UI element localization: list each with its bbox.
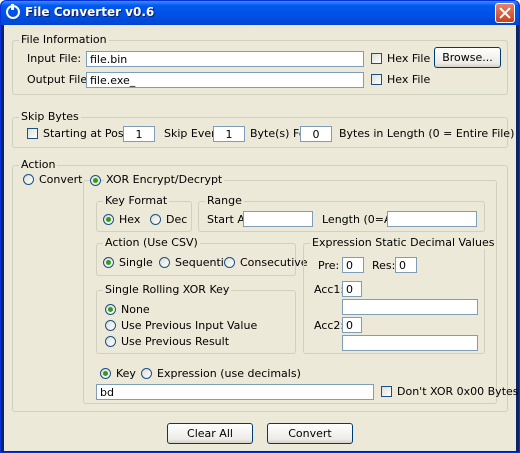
convert-radio[interactable] <box>23 174 34 185</box>
key-format-dec-label: Dec <box>166 213 188 226</box>
key-field[interactable] <box>96 384 374 400</box>
input-hex-file-label: Hex File <box>387 52 431 65</box>
client-area: File Information Input File: Hex File Br… <box>4 25 519 451</box>
rolling-prev-input-radio[interactable] <box>105 320 116 331</box>
skip-bytes-group: Skip Bytes Starting at Position Skip Eve… <box>12 111 514 148</box>
consecutive-radio[interactable] <box>224 257 235 268</box>
single-rolling-xor-key-legend: Single Rolling XOR Key <box>103 283 232 296</box>
clear-all-button[interactable]: Clear All <box>167 423 253 444</box>
expression-static-values-group: Expression Static Decimal Values Pre: Re… <box>303 237 497 354</box>
bytes-in-length-label: Bytes in Length (0 = Entire File) <box>339 127 515 140</box>
output-hex-file-label: Hex File <box>387 73 431 86</box>
output-file-field[interactable] <box>86 72 364 88</box>
range-start-field[interactable] <box>243 211 313 227</box>
single-label: Single <box>119 256 153 269</box>
expression-radio-label: Expression (use decimals) <box>157 367 301 380</box>
key-format-dec-radio[interactable] <box>150 214 161 225</box>
xor-encrypt-radio[interactable] <box>90 175 101 186</box>
file-information-group: File Information Input File: Hex File Br… <box>12 34 508 95</box>
power-icon <box>6 4 20 19</box>
expression-static-values-legend: Expression Static Decimal Values <box>310 236 497 249</box>
single-radio[interactable] <box>103 257 114 268</box>
title-bar[interactable]: File Converter v0.6 <box>1 1 519 25</box>
rolling-prev-result-label: Use Previous Result <box>121 335 230 348</box>
sequential-radio[interactable] <box>159 257 170 268</box>
key-radio-label: Key <box>116 367 136 380</box>
pre-label: Pre: <box>318 259 340 272</box>
single-rolling-xor-key-group: Single Rolling XOR Key None Use Previous… <box>96 284 296 354</box>
expression-radio[interactable] <box>141 368 152 379</box>
file-information-legend: File Information <box>19 33 109 46</box>
key-format-hex-radio[interactable] <box>103 214 114 225</box>
acc2-expression-field[interactable] <box>342 335 478 351</box>
key-format-hex-label: Hex <box>119 213 141 226</box>
action-use-csv-legend: Action (Use CSV) <box>103 236 200 249</box>
skip-start-checkbox[interactable] <box>27 128 38 139</box>
key-format-group: Key Format Hex Dec <box>96 195 192 232</box>
res-field[interactable] <box>395 257 417 273</box>
acc1-label: Acc1: <box>314 283 345 296</box>
range-legend: Range <box>205 194 244 207</box>
rolling-prev-input-label: Use Previous Input Value <box>121 319 258 332</box>
range-group: Range Start At: Length (0=All): <box>198 195 485 232</box>
pre-field[interactable] <box>342 257 364 273</box>
close-button[interactable] <box>495 3 515 23</box>
skip-bytes-legend: Skip Bytes <box>19 110 81 123</box>
acc1-expression-field[interactable] <box>342 299 478 315</box>
convert-button[interactable]: Convert <box>267 423 353 444</box>
key-format-legend: Key Format <box>103 194 170 207</box>
browse-button[interactable]: Browse... <box>434 47 501 68</box>
output-file-label: Output File: <box>27 73 91 86</box>
bytes-length-field[interactable] <box>300 126 332 142</box>
window-title: File Converter v0.6 <box>25 5 155 19</box>
acc2-label: Acc2: <box>314 319 345 332</box>
action-legend: Action <box>19 158 58 171</box>
rolling-none-label: None <box>121 303 150 316</box>
convert-radio-label: Convert <box>39 173 83 186</box>
action-use-csv-group: Action (Use CSV) Single Sequential Conse… <box>96 237 308 276</box>
start-position-field[interactable] <box>123 126 155 142</box>
key-radio[interactable] <box>100 368 111 379</box>
dont-xor-zero-label: Don't XOR 0x00 Bytes <box>397 385 519 398</box>
skip-every-field[interactable] <box>213 126 245 142</box>
acc2-field[interactable] <box>342 317 362 333</box>
input-hex-file-checkbox[interactable] <box>371 53 382 64</box>
consecutive-label: Consecutive <box>240 256 308 269</box>
rolling-none-radio[interactable] <box>105 304 116 315</box>
app-window: File Converter v0.6 File Information Inp… <box>0 0 520 453</box>
dont-xor-zero-checkbox[interactable] <box>381 386 392 397</box>
output-hex-file-checkbox[interactable] <box>371 74 382 85</box>
rolling-prev-result-radio[interactable] <box>105 336 116 347</box>
xor-encrypt-label: XOR Encrypt/Decrypt <box>104 173 225 186</box>
range-length-field[interactable] <box>387 211 477 227</box>
input-file-field[interactable] <box>86 51 364 67</box>
acc1-field[interactable] <box>342 281 362 297</box>
input-file-label: Input File: <box>27 52 82 65</box>
xor-group: XOR Encrypt/Decrypt Key Format Hex Dec R… <box>83 174 519 404</box>
res-label: Res: <box>372 259 396 272</box>
action-group: Action Convert XOR Encrypt/Decrypt Key F… <box>12 159 519 412</box>
